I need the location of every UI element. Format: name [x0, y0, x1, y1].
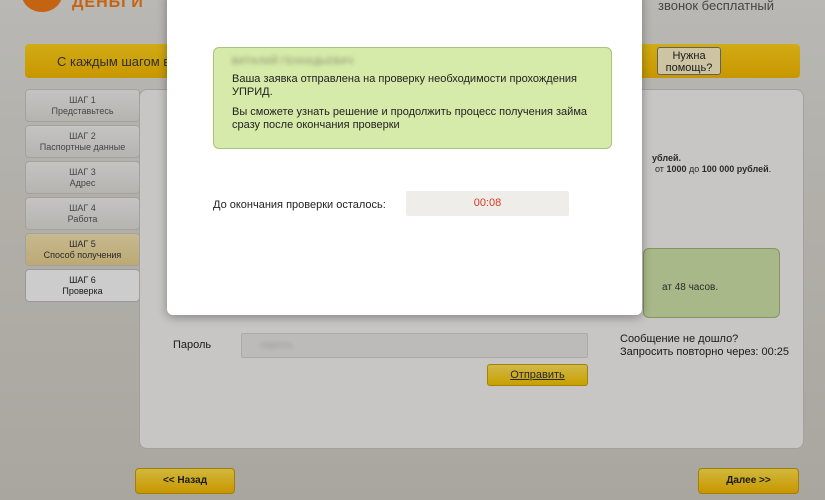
applicant-name: ВИТАЛИЙ ГЕННАДЬЕВИЧ	[232, 56, 354, 66]
notice-box: ВИТАЛИЙ ГЕННАДЬЕВИЧ Ваша заявка отправле…	[213, 47, 612, 149]
notice-message-1: Ваша заявка отправлена на проверку необх…	[232, 73, 578, 98]
notice-message-2: Вы сможете узнать решение и продолжить п…	[232, 106, 587, 131]
timer-label: До окончания проверки осталось:	[213, 199, 386, 211]
timer-value: 00:08	[406, 191, 569, 216]
verification-modal: ВИТАЛИЙ ГЕННАДЬЕВИЧ Ваша заявка отправле…	[167, 0, 642, 315]
